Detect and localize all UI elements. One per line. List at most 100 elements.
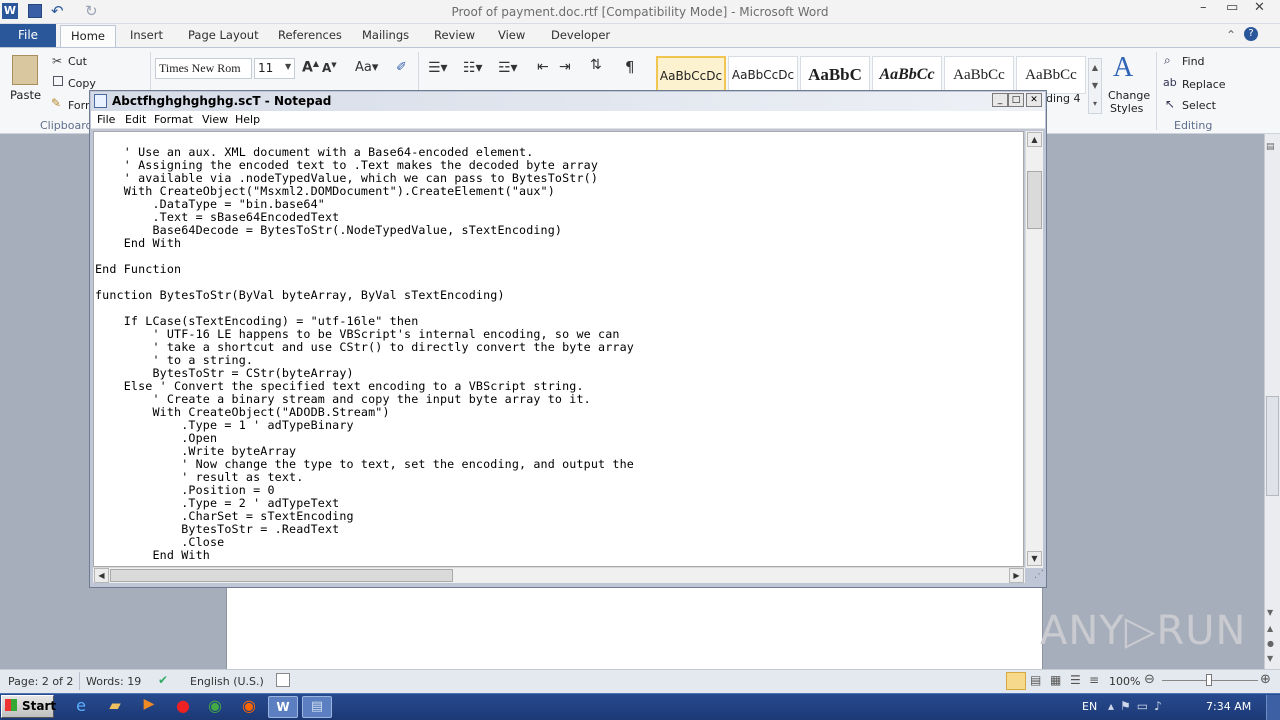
font-name-box[interactable]: Times New Rom xyxy=(155,58,252,79)
menu-format[interactable]: Format xyxy=(154,113,193,126)
scrollbar-thumb[interactable] xyxy=(1266,396,1279,496)
minimize-icon[interactable]: – xyxy=(1200,0,1207,15)
chevron-down-icon[interactable]: ▼ xyxy=(285,62,291,71)
increase-indent-icon[interactable]: ⇥ xyxy=(559,59,571,75)
window-title: Proof of payment.doc.rtf [Compatibility … xyxy=(451,5,829,19)
input-language[interactable]: EN xyxy=(1082,700,1097,713)
menu-help[interactable]: Help xyxy=(235,113,260,126)
collapse-ribbon-icon[interactable]: ⌃ xyxy=(1226,28,1236,42)
zoom-slider-thumb[interactable] xyxy=(1206,674,1212,686)
notepad-maximize-button[interactable]: □ xyxy=(1008,93,1024,107)
tab-developer[interactable]: Developer xyxy=(551,28,610,42)
scrollbar-thumb[interactable] xyxy=(1027,171,1042,229)
multilevel-list-icon[interactable]: ☲▾ xyxy=(498,60,518,76)
tray-icons[interactable]: ▴⚑▭♪ xyxy=(1108,699,1168,713)
scroll-up-icon[interactable]: ▲ xyxy=(1027,132,1042,147)
media-player-icon[interactable]: ▶ xyxy=(134,696,164,718)
change-styles-icon[interactable]: A xyxy=(1113,52,1133,84)
scroll-down-icon[interactable]: ▼ xyxy=(1267,608,1273,617)
tab-page-layout[interactable]: Page Layout xyxy=(188,28,259,42)
ruler-toggle-icon[interactable]: ▤ xyxy=(1266,142,1275,152)
change-styles-button[interactable]: Change xyxy=(1108,89,1150,102)
close-icon[interactable]: ✕ xyxy=(1254,0,1265,15)
decrease-indent-icon[interactable]: ⇤ xyxy=(537,59,549,75)
help-icon[interactable]: ? xyxy=(1244,27,1258,41)
clock[interactable]: 7:34 AM xyxy=(1206,700,1251,713)
firefox-icon[interactable]: ◉ xyxy=(234,696,264,718)
cut-button[interactable]: Cut xyxy=(68,55,87,68)
notepad-title: Abctfhghghghghg.scT - Notepad xyxy=(112,94,332,108)
notepad-taskbar-button[interactable]: ▤ xyxy=(302,696,332,718)
web-layout-icon[interactable]: ▦ xyxy=(1050,673,1061,687)
scroll-right-icon[interactable]: ▶ xyxy=(1009,568,1024,583)
notepad-icon[interactable] xyxy=(94,94,107,108)
bullets-icon[interactable]: ☰▾ xyxy=(428,60,448,76)
sort-icon[interactable]: ⇅ xyxy=(590,57,602,73)
word-taskbar-button[interactable]: W xyxy=(268,696,298,718)
styles-scroll[interactable]: ▲ ▼ ▾ xyxy=(1088,58,1102,114)
style-normal[interactable]: AaBbCcDc xyxy=(656,56,726,94)
grow-font-icon[interactable]: A▲ xyxy=(302,59,319,76)
maximize-icon[interactable]: ▭ xyxy=(1226,0,1238,15)
tab-mailings[interactable]: Mailings xyxy=(362,28,409,42)
copy-icon xyxy=(53,76,63,86)
paste-icon[interactable] xyxy=(12,55,38,85)
notepad-vertical-scrollbar[interactable]: ▲ ▼ xyxy=(1025,131,1043,568)
full-screen-reading-icon[interactable]: ▤ xyxy=(1030,673,1041,687)
menu-edit[interactable]: Edit xyxy=(125,113,146,126)
menu-file[interactable]: File xyxy=(97,113,115,126)
previous-page-icon[interactable]: ▲ xyxy=(1267,624,1273,633)
menu-view[interactable]: View xyxy=(202,113,228,126)
show-formatting-icon[interactable]: ¶ xyxy=(625,58,635,76)
draft-icon[interactable]: ≡ xyxy=(1089,673,1099,687)
shrink-font-icon[interactable]: A▼ xyxy=(322,61,337,75)
copy-button[interactable]: Copy xyxy=(68,77,96,90)
format-painter-button[interactable]: Forr xyxy=(68,99,90,112)
outline-icon[interactable]: ☰ xyxy=(1070,673,1081,687)
change-case-icon[interactable]: Aa▾ xyxy=(355,60,378,75)
zoom-in-icon[interactable]: ⊕ xyxy=(1260,672,1271,687)
page-count[interactable]: Page: 2 of 2 xyxy=(8,675,73,688)
notepad-close-button[interactable]: ✕ xyxy=(1026,93,1042,107)
paste-button[interactable]: Paste xyxy=(10,88,41,102)
tab-view[interactable]: View xyxy=(498,28,525,42)
scrollbar-thumb[interactable] xyxy=(110,569,453,582)
tab-insert[interactable]: Insert xyxy=(130,28,163,42)
show-desktop-button[interactable] xyxy=(1266,695,1280,720)
language-indicator[interactable]: English (U.S.) xyxy=(190,675,264,688)
notepad-text-area[interactable]: ' Use an aux. XML document with a Base64… xyxy=(93,131,1024,567)
find-button[interactable]: Find xyxy=(1182,55,1205,68)
chrome-icon[interactable]: ◉ xyxy=(200,696,230,718)
scroll-left-icon[interactable]: ◀ xyxy=(94,568,109,583)
zoom-out-icon[interactable]: ⊖ xyxy=(1144,672,1155,687)
ie-icon[interactable]: e xyxy=(66,696,96,718)
notepad-minimize-button[interactable]: _ xyxy=(992,93,1008,107)
next-page-icon[interactable]: ▼ xyxy=(1267,654,1273,663)
macro-recording-icon[interactable] xyxy=(276,673,290,687)
tab-references[interactable]: References xyxy=(278,28,342,42)
tab-review[interactable]: Review xyxy=(434,28,475,42)
tab-home[interactable]: Home xyxy=(60,25,116,48)
word-count[interactable]: Words: 19 xyxy=(86,675,141,688)
select-button[interactable]: Select xyxy=(1182,99,1216,112)
replace-button[interactable]: Replace xyxy=(1182,78,1226,91)
style-heading-2[interactable]: AaBbCc xyxy=(872,56,942,94)
document-vertical-scrollbar[interactable]: ▤ ▼ ▲ ● ▼ xyxy=(1264,134,1280,669)
scroll-down-icon[interactable]: ▼ xyxy=(1027,551,1042,566)
style-heading-1[interactable]: AaBbC xyxy=(800,56,870,94)
style-no-spacing[interactable]: AaBbCcDc xyxy=(728,56,798,94)
proofing-icon[interactable]: ✔ xyxy=(158,673,168,687)
avast-icon[interactable]: ● xyxy=(168,696,198,718)
explorer-icon[interactable]: ▰ xyxy=(100,696,130,718)
notepad-horizontal-scrollbar[interactable]: ◀ ▶ xyxy=(93,567,1025,583)
print-layout-icon[interactable] xyxy=(1006,672,1026,690)
watermark-logo: ANY▷RUN xyxy=(1040,608,1247,654)
style-subtitle[interactable]: AaBbCc xyxy=(1016,56,1086,94)
clear-formatting-icon[interactable]: ✐ xyxy=(396,60,407,75)
tab-file[interactable]: File xyxy=(0,24,56,47)
browse-object-icon[interactable]: ● xyxy=(1267,639,1274,648)
resize-grip-icon[interactable]: ⋰ xyxy=(1028,569,1044,584)
numbering-icon[interactable]: ☷▾ xyxy=(463,60,483,76)
style-title[interactable]: AaBbCc xyxy=(944,56,1014,94)
zoom-level[interactable]: 100% xyxy=(1109,675,1140,688)
